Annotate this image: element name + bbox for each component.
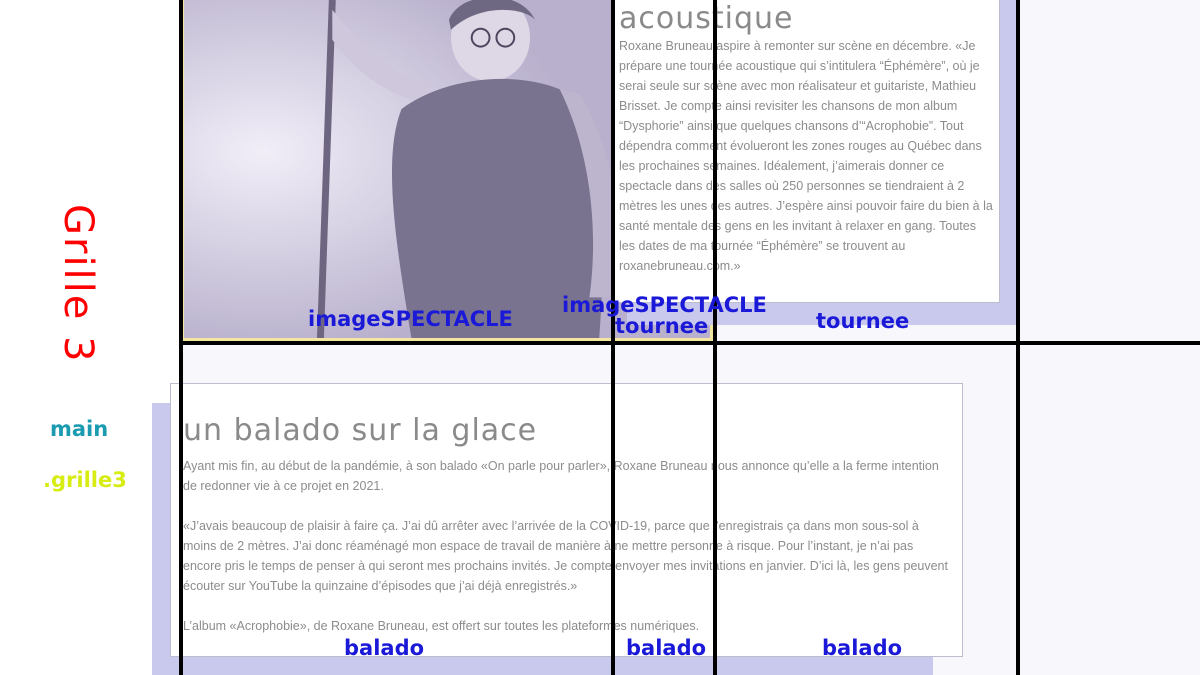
grid-line-horizontal	[181, 341, 1200, 345]
grid-title: Grille 3	[55, 204, 101, 364]
balado-heading: un balado sur la glace	[183, 413, 538, 448]
area-label-balado: balado	[822, 636, 903, 660]
grid-line-vertical	[713, 0, 717, 675]
grid-line-vertical	[1016, 0, 1020, 675]
tournee-body: Roxane Bruneau aspire à remonter sur scè…	[619, 39, 993, 273]
balado-paragraph: «J’avais beaucoup de plaisir à faire ça.…	[183, 519, 948, 593]
area-label-image: imageSPECTACLE	[308, 307, 513, 331]
element-label: main	[50, 417, 109, 441]
balado-card: un balado sur la glace Ayant mis fin, au…	[170, 383, 963, 657]
balado-paragraph: Ayant mis fin, au début de la pandémie, …	[183, 459, 939, 493]
tournee-heading: acoustique	[619, 1, 794, 36]
area-label-balado: balado	[626, 636, 707, 660]
area-label-balado: balado	[344, 636, 425, 660]
balado-paragraph: L’album «Acrophobie», de Roxane Bruneau,…	[183, 619, 700, 633]
area-label-tournee: tournee	[816, 309, 910, 333]
area-label-tournee: tournee	[615, 314, 709, 338]
tournee-card: acoustique Roxane Bruneau aspire à remon…	[612, 0, 1000, 303]
class-label: .grille3	[43, 468, 127, 492]
grid-line-vertical	[179, 0, 183, 675]
